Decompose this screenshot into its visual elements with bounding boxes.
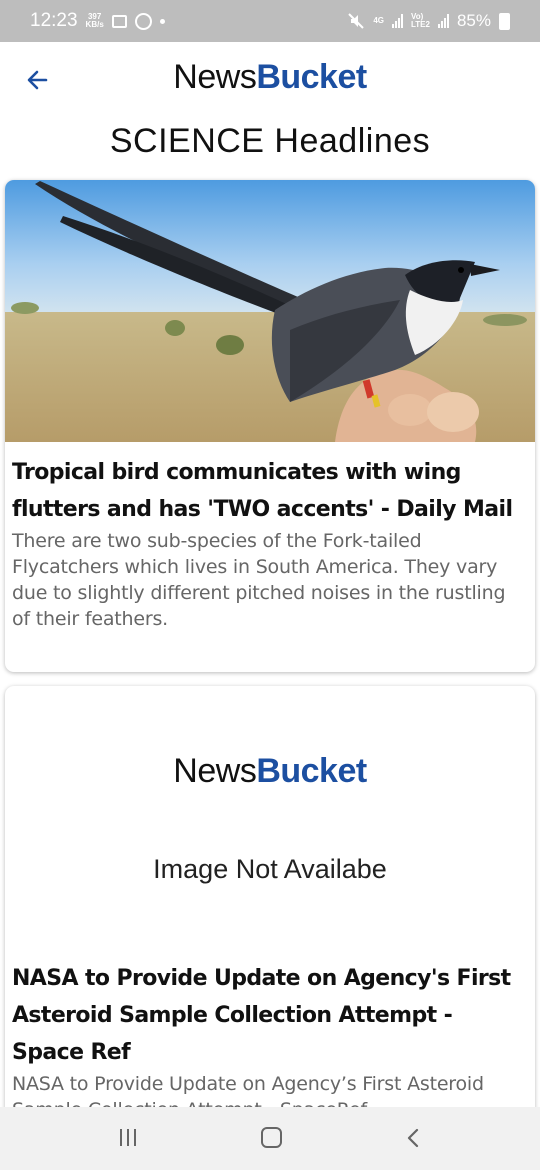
lte2-text: LTE2: [411, 20, 430, 29]
volte-label: Vo) LTE2: [411, 13, 430, 29]
battery-percent: 85%: [456, 11, 491, 30]
recents-icon[interactable]: [120, 1129, 136, 1146]
brand-bucket: Bucket: [256, 58, 367, 96]
brand-news: News: [173, 58, 257, 96]
battery-charging-icon: [499, 12, 510, 30]
article-headline[interactable]: Tropical bird communicates with wing flu…: [5, 442, 535, 528]
status-bar: 12:23 397 KB/s 4G Vo) LTE2 85%: [0, 0, 540, 42]
net-speed: 397 KB/s: [86, 13, 104, 29]
dot-icon: [159, 18, 165, 24]
status-left: 12:23 397 KB/s: [30, 10, 165, 32]
home-icon[interactable]: [261, 1127, 282, 1148]
placeholder-brand-bucket: Bucket: [256, 752, 367, 790]
network-4g: 4G: [373, 16, 384, 25]
signal-icon-2: [437, 14, 449, 28]
status-right: 4G Vo) LTE2 85%: [347, 11, 510, 31]
section-title: SCIENCE Headlines: [109, 122, 431, 160]
whatsapp-icon: [134, 12, 152, 30]
article-headline[interactable]: NASA to Provide Update on Agency's First…: [5, 948, 535, 1071]
system-nav-bar: [0, 1107, 540, 1170]
signal-icon: [392, 14, 403, 28]
app-header: NewsBucket: [0, 42, 540, 122]
article-image[interactable]: [5, 180, 535, 442]
placeholder-logo: NewsBucket: [5, 752, 535, 791]
image-not-available-text: Image Not Availabe: [153, 854, 387, 884]
article-card[interactable]: NewsBucket Image Not Availabe NASA to Pr…: [5, 686, 535, 1126]
back-icon[interactable]: [404, 1128, 422, 1148]
status-time: 12:23: [30, 10, 78, 31]
article-card[interactable]: Tropical bird communicates with wing flu…: [5, 180, 535, 672]
article-description: There are two sub-species of the Fork-ta…: [12, 530, 506, 630]
mute-icon: [348, 13, 365, 29]
net-speed-unit: KB/s: [85, 20, 104, 29]
app-title: NewsBucket: [0, 58, 540, 97]
image-placeholder[interactable]: NewsBucket Image Not Availabe: [5, 686, 535, 948]
gallery-icon: [111, 14, 127, 28]
placeholder-brand-news: News: [173, 752, 257, 790]
